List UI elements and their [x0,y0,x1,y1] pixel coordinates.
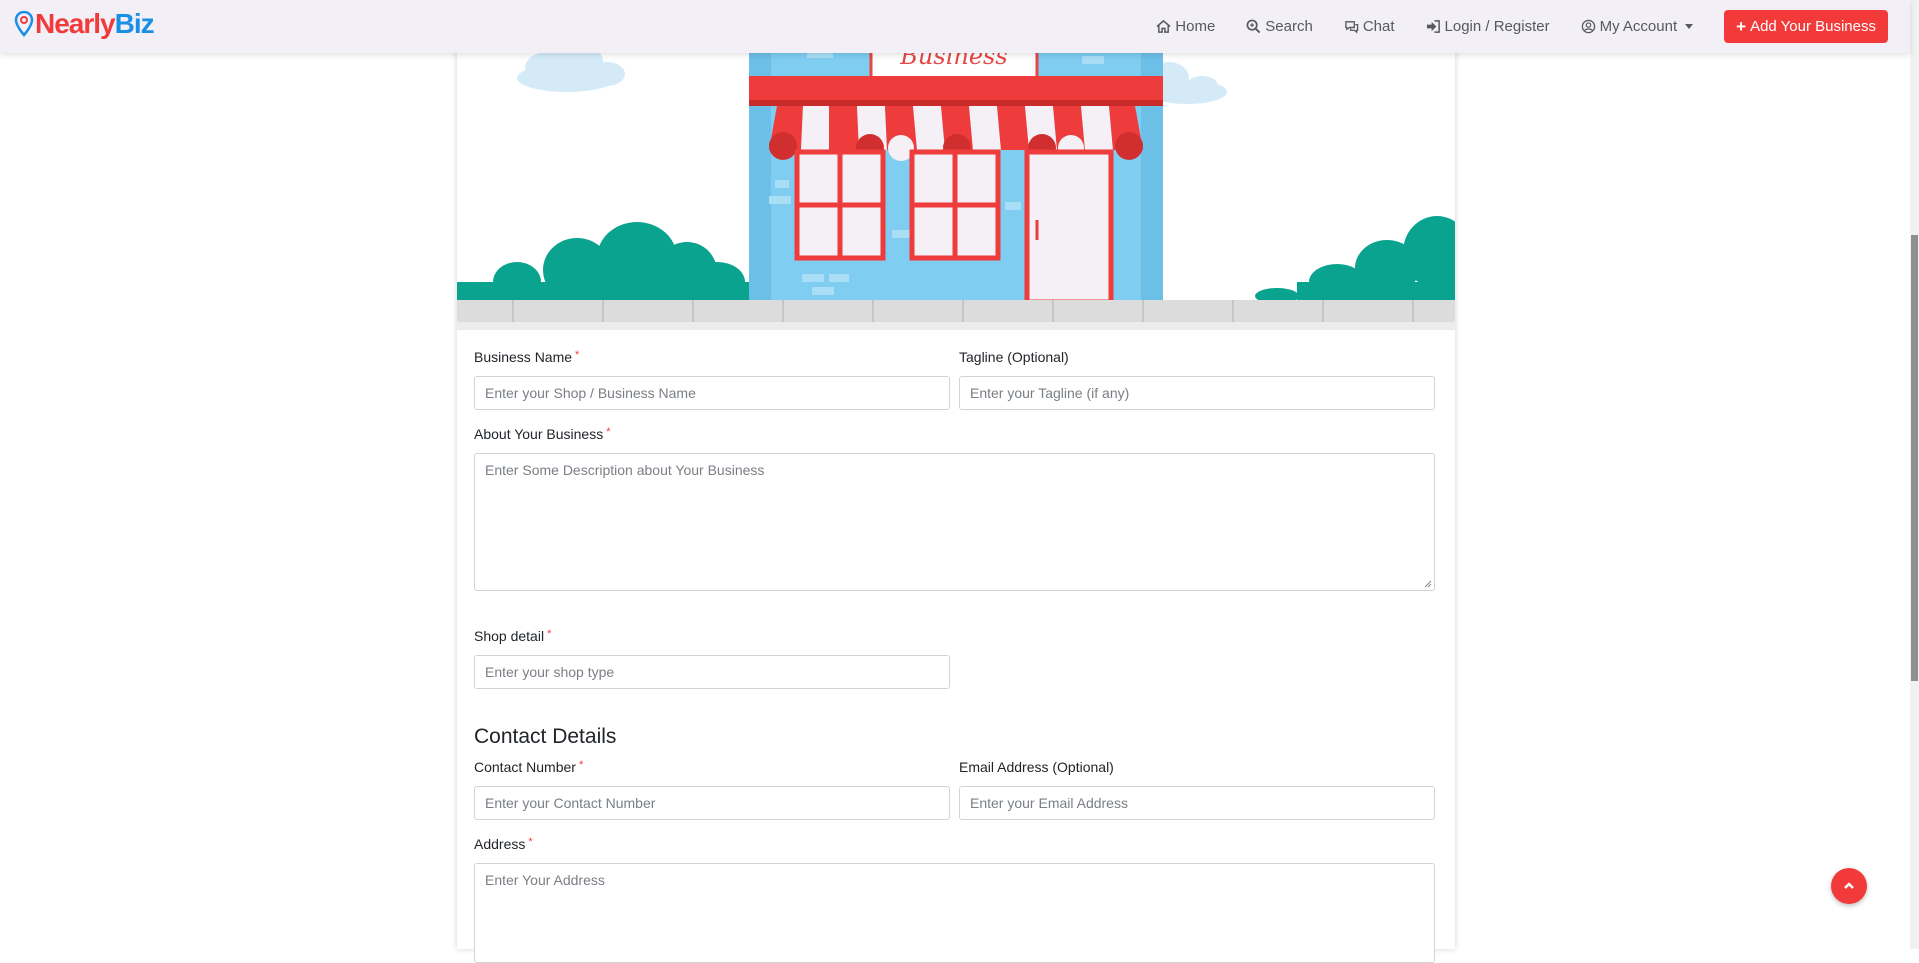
required-marker: * [575,349,580,361]
nav-home[interactable]: Home [1156,18,1215,35]
business-form-card: Business Business Name * Enter your Shop… [457,0,1455,963]
brand-logo[interactable]: Nearly Biz [14,8,155,40]
contact-details-heading: Contact Details [474,725,617,748]
brand-part1: Nearly [35,8,116,39]
chevron-down-icon [1685,24,1694,29]
nav-home-label: Home [1175,18,1216,35]
plus-icon: + [1736,16,1747,36]
shop-detail-label: Shop detail * [474,628,552,644]
contact-number-placeholder: Enter your Contact Number [485,795,656,811]
sign-in-icon [1426,20,1440,33]
top-navbar: Nearly Biz Home Search Chat Login / Regis… [0,0,1910,53]
location-pin-icon [14,11,34,37]
business-name-placeholder: Enter your Shop / Business Name [485,385,696,401]
chevron-up-icon [1844,882,1854,889]
email-label: Email Address (Optional) [959,759,1114,775]
nav-chat-label: Chat [1362,18,1395,35]
nav-account-label: My Account [1599,18,1678,35]
business-name-input[interactable]: Enter your Shop / Business Name [474,376,950,410]
address-placeholder: Enter Your Address [485,872,605,888]
nav-my-account[interactable]: My Account [1581,18,1694,35]
nav-search-label: Search [1265,18,1313,35]
add-business-label: Add Your Business [1750,18,1876,35]
scrollbar-thumb[interactable] [1911,235,1918,681]
user-circle-icon [1581,19,1595,34]
required-marker: * [547,628,552,640]
shop-detail-input[interactable]: Enter your shop type [474,655,950,689]
chat-icon [1345,21,1359,34]
about-business-textarea[interactable]: Enter Some Description about Your Busine… [474,453,1435,591]
tagline-input[interactable]: Enter your Tagline (if any) [959,376,1435,410]
contact-number-input[interactable]: Enter your Contact Number [474,786,950,820]
search-icon [1246,19,1261,34]
email-input[interactable]: Enter your Email Address [959,786,1435,820]
nav-login-label: Login / Register [1444,18,1550,35]
tagline-placeholder: Enter your Tagline (if any) [970,385,1130,401]
tagline-label: Tagline (Optional) [959,349,1069,365]
brand-part2: Biz [114,8,155,39]
resize-handle-icon[interactable] [1424,580,1432,588]
nav-chat[interactable]: Chat [1344,18,1395,35]
required-marker: * [606,426,611,438]
required-marker: * [528,836,533,848]
page-scrollbar[interactable] [1910,0,1919,949]
about-business-placeholder: Enter Some Description about Your Busine… [485,462,765,478]
home-icon [1156,19,1171,33]
nav-search[interactable]: Search [1246,18,1313,35]
contact-number-label: Contact Number * [474,759,584,775]
about-business-label: About Your Business * [474,426,611,442]
shop-detail-placeholder: Enter your shop type [485,664,615,680]
address-label: Address * [474,836,533,852]
business-name-label: Business Name * [474,349,580,365]
email-placeholder: Enter your Email Address [970,795,1128,811]
back-to-top-button[interactable] [1831,868,1867,904]
address-textarea[interactable]: Enter Your Address [474,863,1435,963]
nav-links: Home Search Chat Login / Register My Acc… [1156,0,1910,53]
add-your-business-button[interactable]: + Add Your Business [1724,10,1888,43]
required-marker: * [578,759,584,771]
nav-login-register[interactable]: Login / Register [1426,18,1550,35]
